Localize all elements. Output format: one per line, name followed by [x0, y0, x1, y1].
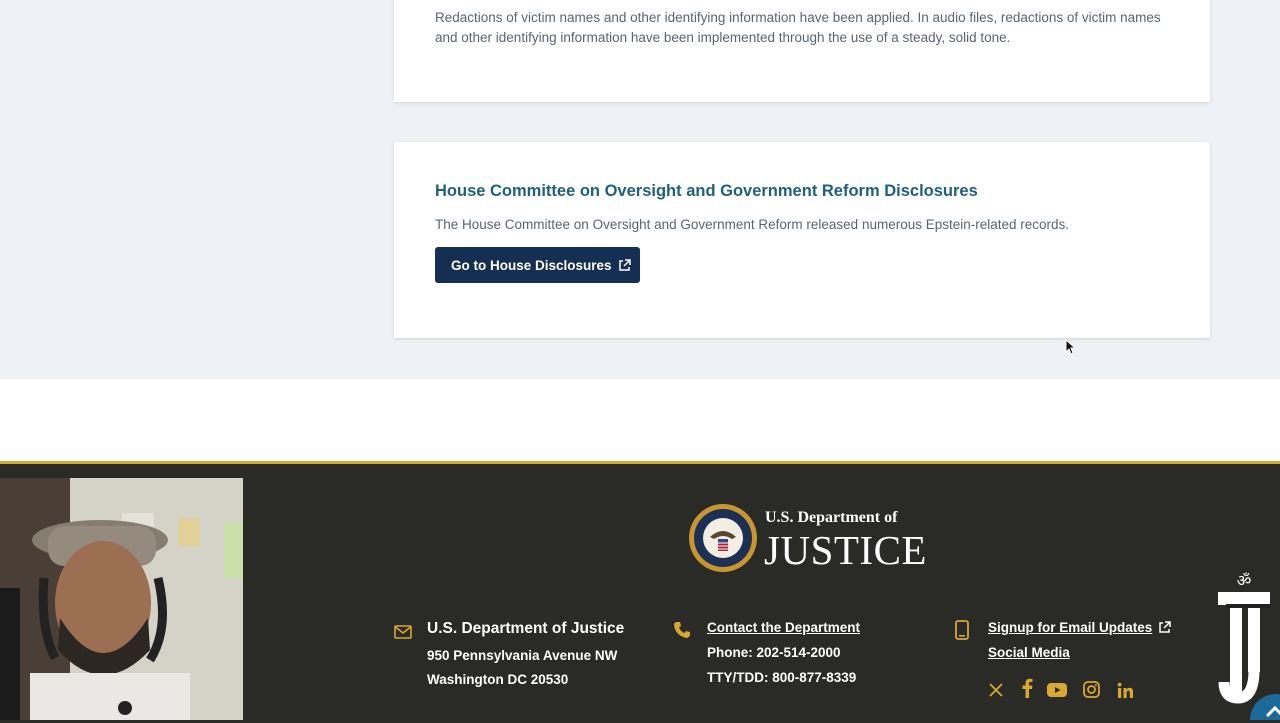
external-link-icon — [618, 258, 631, 272]
footer-address-title: U.S. Department of Justice — [427, 620, 625, 637]
page-spacer — [0, 379, 1280, 461]
footer-address-line2: Washington DC 20530 — [427, 672, 569, 687]
email-updates-label: Signup for Email Updates — [988, 620, 1153, 635]
phone-icon — [674, 622, 690, 638]
house-disclosures-card: House Committee on Oversight and Governm… — [394, 142, 1210, 338]
linkedin-icon[interactable] — [1115, 680, 1135, 700]
channel-logo-icon: ॐ — [1218, 571, 1280, 720]
button-label: Go to House Disclosures — [451, 257, 612, 273]
x-icon[interactable] — [986, 680, 1006, 700]
footer-tty: TTY/TDD: 800-877-8339 — [707, 670, 857, 685]
email-updates-link[interactable]: Signup for Email Updates — [988, 620, 1172, 635]
mobile-phone-icon — [955, 620, 969, 640]
instagram-icon[interactable] — [1081, 679, 1101, 699]
footer-address-line1: 950 Pennsylvania Avenue NW — [427, 648, 618, 663]
youtube-icon[interactable] — [1045, 681, 1069, 699]
social-media-link[interactable]: Social Media — [988, 645, 1070, 660]
card-description: The House Committee on Oversight and Gov… — [435, 217, 1070, 232]
go-to-house-disclosures-button[interactable]: Go to House Disclosures — [435, 247, 640, 283]
doj-seal-icon — [689, 504, 757, 572]
redaction-text: Redactions of victim names and other ide… — [435, 10, 1161, 45]
svg-text:ॐ: ॐ — [1237, 571, 1252, 590]
mouse-cursor-icon — [1065, 338, 1077, 360]
card-title: House Committee on Oversight and Governm… — [435, 182, 978, 200]
footer-phone: Phone: 202-514-2000 — [707, 645, 841, 660]
webcam-overlay — [0, 478, 243, 720]
mail-icon — [394, 625, 412, 639]
logo-justice-text: JUSTICE — [764, 527, 927, 573]
facebook-icon[interactable] — [1017, 677, 1037, 699]
external-link-icon — [1159, 621, 1172, 633]
contact-department-link[interactable]: Contact the Department — [707, 620, 860, 635]
logo-department-text: U.S. Department of — [765, 509, 898, 526]
redaction-card: Redactions of victim names and other ide… — [394, 0, 1210, 102]
